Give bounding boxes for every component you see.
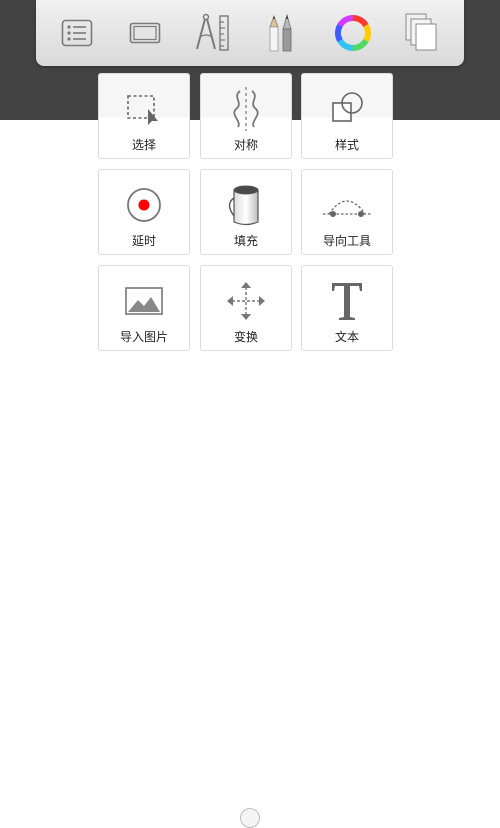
list-button[interactable] bbox=[54, 10, 100, 56]
bottom-handle[interactable] bbox=[240, 808, 260, 828]
canvas-frame-icon bbox=[129, 22, 161, 44]
layers-button[interactable] bbox=[398, 10, 444, 56]
brushes-button[interactable] bbox=[258, 10, 304, 56]
paint-bucket-icon bbox=[228, 185, 259, 226]
color-wheel-icon bbox=[335, 15, 371, 51]
tool-selection[interactable]: 选择 bbox=[98, 73, 190, 159]
time-lapse-record-icon bbox=[127, 188, 161, 222]
tool-guides[interactable]: 导向工具 bbox=[301, 169, 393, 255]
layers-icon bbox=[405, 13, 437, 51]
tool-label: 文本 bbox=[334, 330, 359, 344]
guide-curve-icon bbox=[323, 200, 371, 217]
tool-label: 样式 bbox=[334, 138, 359, 152]
tool-label: 导向工具 bbox=[322, 234, 371, 248]
tool-label: 填充 bbox=[233, 234, 258, 248]
tool-symmetry[interactable]: 对称 bbox=[200, 73, 292, 159]
canvas-button[interactable] bbox=[122, 10, 168, 56]
list-icon bbox=[61, 19, 93, 47]
tool-label: 对称 bbox=[233, 138, 258, 152]
selection-icon bbox=[127, 95, 158, 125]
tool-import-image[interactable]: 导入图片 bbox=[98, 265, 190, 351]
tool-fill[interactable]: 填充 bbox=[200, 169, 292, 255]
brushes-icon bbox=[269, 13, 292, 52]
color-button[interactable] bbox=[330, 10, 376, 56]
tool-text[interactable]: 文本 bbox=[301, 265, 393, 351]
tool-transform[interactable]: 变换 bbox=[200, 265, 292, 351]
tool-label: 延时 bbox=[131, 234, 156, 248]
style-shapes-icon bbox=[332, 92, 363, 122]
transform-arrows-icon bbox=[227, 282, 265, 320]
symmetry-icon bbox=[233, 87, 259, 131]
text-icon bbox=[332, 283, 362, 320]
tool-label: 导入图片 bbox=[119, 330, 168, 344]
tool-label: 选择 bbox=[131, 138, 156, 152]
compass-ruler-icon bbox=[196, 13, 229, 51]
main-toolbar bbox=[36, 0, 464, 66]
tool-time-lapse[interactable]: 延时 bbox=[98, 169, 190, 255]
tool-style[interactable]: 样式 bbox=[301, 73, 393, 159]
tool-label: 变换 bbox=[233, 330, 258, 344]
ruler-button[interactable] bbox=[190, 10, 236, 56]
image-icon bbox=[125, 287, 163, 315]
